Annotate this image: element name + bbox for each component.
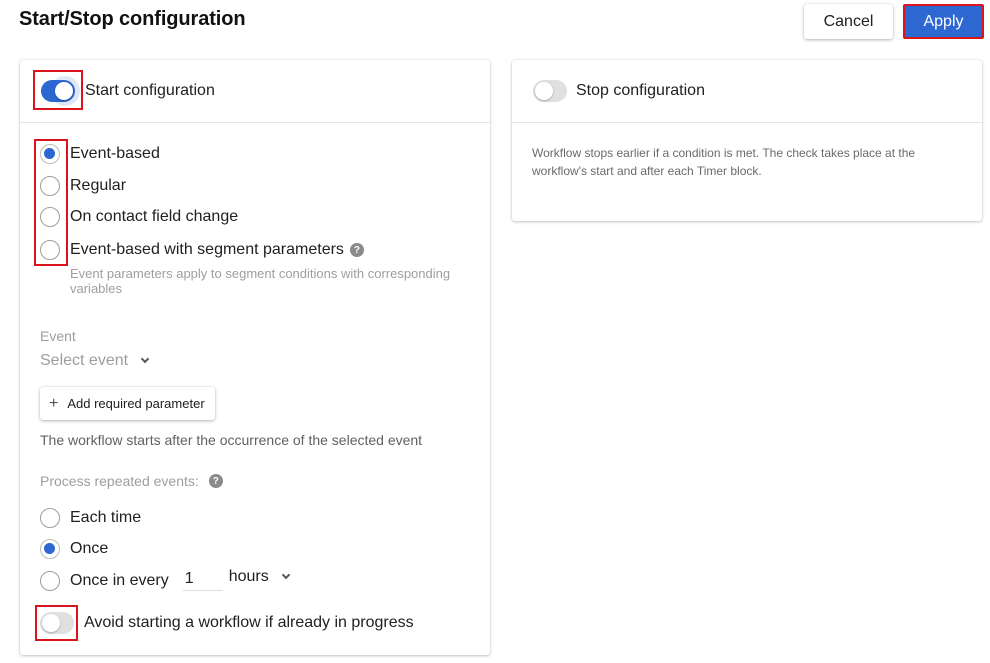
radio-once[interactable]: Once: [40, 539, 108, 559]
radio-contact-field-change[interactable]: On contact field change: [40, 207, 238, 227]
radio-label: Event-based: [70, 145, 160, 162]
chevron-down-icon: [140, 354, 150, 364]
radio-button[interactable]: [40, 144, 60, 164]
radio-each-time[interactable]: Each time: [40, 508, 141, 528]
process-repeated-events-label: Process repeated events: ?: [40, 473, 223, 489]
stop-configuration-card: Stop configuration Workflow stops earlie…: [512, 60, 982, 221]
interval-input[interactable]: [182, 567, 223, 591]
radio-label: Once: [70, 540, 109, 557]
radio-button[interactable]: [40, 240, 60, 260]
avoid-duplicate-label: Avoid starting a workflow if already in …: [84, 614, 414, 631]
event-select-placeholder: Select event: [40, 352, 129, 369]
radio-button[interactable]: [40, 539, 60, 559]
add-parameter-label: Add required parameter: [67, 396, 205, 411]
interval-unit-select[interactable]: hours: [228, 568, 290, 586]
start-card-header: Start configuration: [20, 60, 490, 123]
start-configuration-card: Start configuration Event-based Regular …: [20, 60, 490, 655]
help-icon[interactable]: ?: [208, 474, 223, 488]
radio-button[interactable]: [40, 207, 60, 227]
toggle-knob: [42, 614, 60, 632]
segment-params-hint: Event parameters apply to segment condit…: [70, 266, 451, 296]
stop-description: Workflow stops earlier if a condition is…: [532, 146, 916, 178]
start-configuration-toggle[interactable]: [41, 76, 80, 106]
radio-regular[interactable]: Regular: [40, 176, 126, 196]
event-label: Event: [40, 328, 76, 344]
radio-label: Each time: [70, 509, 142, 526]
radio-label: Once in every: [70, 572, 169, 589]
event-select[interactable]: Select event: [40, 352, 150, 370]
toggle-knob: [55, 82, 73, 100]
avoid-duplicate-row: Avoid starting a workflow if already in …: [40, 612, 414, 634]
help-icon[interactable]: ?: [349, 243, 364, 257]
radio-label: Regular: [70, 177, 127, 194]
stop-card-header: Stop configuration: [512, 60, 982, 123]
radio-button[interactable]: [40, 176, 60, 196]
stop-configuration-toggle[interactable]: [533, 80, 567, 102]
stop-configuration-label: Stop configuration: [576, 82, 705, 99]
start-configuration-label: Start configuration: [85, 82, 215, 99]
page-title: Start/Stop configuration: [19, 8, 246, 30]
apply-button[interactable]: Apply: [903, 4, 984, 39]
toggle-knob: [535, 82, 553, 100]
chevron-down-icon: [281, 570, 290, 580]
radio-button[interactable]: [40, 508, 60, 528]
repeat-label-text: Process repeated events:: [40, 473, 199, 489]
avoid-duplicate-toggle[interactable]: [40, 612, 74, 634]
radio-once-in-every[interactable]: Once in every hours: [40, 567, 290, 591]
radio-label: On contact field change: [70, 208, 239, 225]
interval-unit-value: hours: [228, 568, 269, 585]
radio-button[interactable]: [40, 571, 60, 591]
plus-icon: +: [49, 394, 59, 412]
radio-event-based[interactable]: Event-based: [40, 144, 160, 164]
start-description: The workflow starts after the occurrence…: [40, 432, 423, 448]
radio-event-segment-params[interactable]: Event-based with segment parameters ?: [40, 240, 364, 260]
add-required-parameter-button[interactable]: + Add required parameter: [40, 387, 215, 420]
cancel-button[interactable]: Cancel: [804, 4, 893, 39]
radio-label: Event-based with segment parameters: [70, 241, 344, 258]
